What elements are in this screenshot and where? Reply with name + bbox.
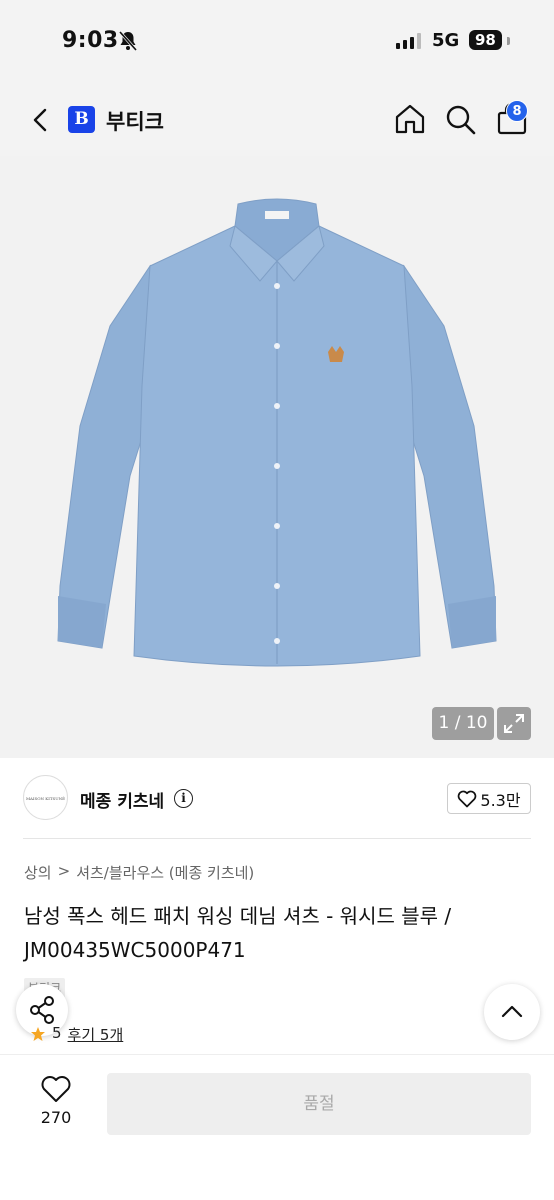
breadcrumb-separator: >	[57, 862, 71, 880]
reviews-link[interactable]: 후기 5개	[68, 1024, 124, 1045]
sold-out-button[interactable]: 품절	[107, 1073, 531, 1135]
product-image	[57, 198, 497, 667]
signal-icon	[396, 33, 421, 49]
bell-slash-icon	[118, 30, 138, 56]
info-icon[interactable]: i	[174, 789, 193, 808]
home-icon[interactable]	[393, 102, 427, 140]
product-gallery[interactable]	[0, 156, 554, 758]
wishlist-count: 5.3만	[480, 790, 521, 810]
network-type: 5G	[432, 30, 460, 51]
divider	[23, 838, 531, 839]
brand-wishlist-button[interactable]: 5.3만	[447, 783, 531, 814]
status-time: 9:03	[62, 28, 119, 53]
battery-icon	[507, 37, 510, 45]
product-title: 남성 폭스 헤드 패치 워싱 데님 셔츠 - 워시드 블루 / JM00435W…	[24, 904, 452, 962]
search-icon[interactable]	[445, 104, 477, 140]
top-nav: B 부티크	[0, 84, 554, 156]
rating-row: 5 후기 5개	[30, 1024, 123, 1045]
like-heart-icon[interactable]	[40, 1075, 72, 1107]
brand-logo[interactable]: B	[68, 106, 95, 133]
chevron-left-icon[interactable]	[26, 104, 56, 136]
seller-name[interactable]: 메종 키츠네	[80, 787, 164, 812]
cart-count-badge[interactable]: 8	[506, 100, 528, 122]
rating-value: 5	[52, 1024, 62, 1042]
heart-icon	[458, 790, 477, 807]
seller-logo[interactable]: MAISON KITSUNÉ	[23, 775, 68, 820]
expand-icon[interactable]	[497, 707, 531, 740]
breadcrumb-subcategory[interactable]: 셔츠/블라우스 (메종 키츠네)	[76, 862, 254, 883]
breadcrumb-category[interactable]: 상의	[24, 862, 52, 883]
like-count: 270	[40, 1108, 72, 1127]
gallery-counter: 1 / 10	[432, 707, 494, 740]
status-bar: 9:03 5G 98	[0, 0, 554, 84]
chevron-up-icon[interactable]	[484, 984, 540, 1040]
star-icon	[31, 1027, 45, 1041]
battery-level: 98	[469, 30, 502, 50]
brand-name[interactable]: 부티크	[106, 106, 164, 136]
breadcrumb: 상의 > 셔츠/블라우스 (메종 키츠네)	[24, 862, 254, 883]
